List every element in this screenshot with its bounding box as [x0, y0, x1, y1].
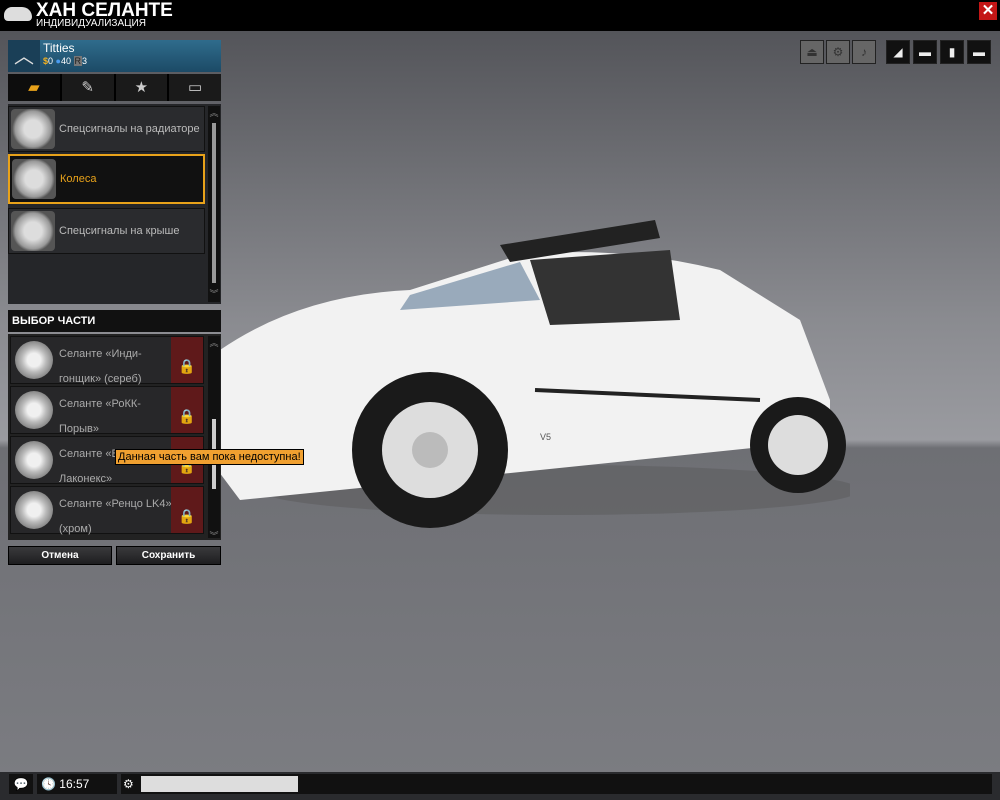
clock-time: 16:57 — [59, 777, 90, 791]
close-button[interactable]: ✕ — [979, 2, 997, 20]
tab-door[interactable]: ▰ — [8, 74, 60, 101]
lock-icon: 🔒 — [171, 337, 203, 383]
view-angle-button[interactable]: ◢ — [886, 40, 910, 64]
brush-icon: ✎ — [81, 79, 94, 96]
category-label: Спецсигналы на крыше — [59, 225, 180, 237]
parts-list: Селанте «Инди-гонщик» (сереб) 🔒 Селанте «… — [8, 334, 221, 541]
page-subtitle: ИНДИВИДУАЛИЗАЦИЯ — [36, 18, 146, 29]
wheel-thumbnail — [15, 391, 53, 429]
wheel-thumbnail — [15, 491, 53, 529]
category-label: Колеса — [60, 173, 97, 185]
parts-header: ВЫБОР ЧАСТИ — [8, 310, 221, 332]
category-scrollbar[interactable]: ︽ ︾ — [208, 106, 220, 302]
category-item-selected[interactable]: Колеса — [8, 154, 205, 204]
car-front-icon: ▬ — [919, 45, 931, 59]
part-item[interactable]: Селанте «Ренцо LK4» (хром) 🔒 — [10, 486, 204, 535]
plate-icon: ▭ — [188, 79, 203, 96]
view-top-button[interactable]: ▮ — [940, 40, 964, 64]
category-item[interactable]: Спецсигналы на крыше — [8, 208, 205, 254]
lift-icon: ⏏ — [806, 45, 818, 59]
chat-icon: 💬 — [13, 777, 29, 791]
engine-view-button[interactable]: ⚙ — [826, 40, 850, 64]
view-side-button[interactable]: ▬ — [967, 40, 991, 64]
wheel-thumbnail — [15, 441, 53, 479]
horn-icon: ♪ — [861, 45, 867, 59]
gear-icon: ⚙ — [123, 777, 134, 791]
locked-tooltip: Данная часть вам пока недоступна! — [115, 449, 304, 465]
clock: 🕓 16:57 — [37, 774, 117, 794]
points-value: 40 — [60, 56, 71, 66]
clock-icon: 🕓 — [41, 777, 56, 791]
save-button[interactable]: Сохранить — [116, 546, 221, 565]
player-profile: ︿ Titties $0 ●40 R3 — [8, 40, 221, 72]
status-bar: 💬 🕓 16:57 ⚙ — [0, 772, 1000, 800]
tab-plate[interactable]: ▭ — [169, 74, 221, 101]
category-thumbnail — [11, 109, 55, 149]
part-item[interactable]: Селанте «Инди-гонщик» (сереб) 🔒 — [10, 336, 204, 385]
title-bar: ХАН СЕЛАНТЕ ИНДИВИДУАЛИЗАЦИЯ ✕ — [0, 0, 1000, 31]
tab-star[interactable]: ★ — [115, 74, 168, 101]
car-side-icon: ▬ — [973, 45, 985, 59]
chat-button[interactable]: 💬 — [9, 774, 33, 794]
money-value: 0 — [48, 56, 54, 66]
car-angle-icon: ◢ — [893, 45, 903, 59]
category-thumbnail — [11, 211, 55, 251]
category-label: Спецсигналы на радиаторе — [59, 123, 200, 135]
progress-bar: ⚙ — [121, 774, 992, 794]
car-icon — [4, 7, 32, 21]
view-front-button[interactable]: ▬ — [913, 40, 937, 64]
rank-icon: R — [73, 56, 83, 66]
cancel-button[interactable]: Отмена — [8, 546, 112, 565]
lock-icon: 🔒 — [171, 387, 203, 433]
parts-scrollbar[interactable]: ︽ ︾ — [208, 336, 220, 541]
lift-view-button[interactable]: ⏏ — [800, 40, 824, 64]
collapse-chevron-icon[interactable]: ︿ — [8, 40, 40, 72]
car-plate: V5 — [540, 432, 551, 442]
tab-paint[interactable]: ✎ — [61, 74, 114, 101]
horn-view-button[interactable]: ♪ — [852, 40, 876, 64]
lock-icon: 🔒 — [171, 487, 203, 533]
wheel-thumbnail — [15, 341, 53, 379]
door-icon: ▰ — [28, 79, 40, 96]
category-list: Спецсигналы на радиаторе Колеса Спецсигн… — [8, 104, 221, 304]
category-thumbnail — [12, 159, 56, 199]
car-preview[interactable]: V5 — [200, 200, 850, 550]
category-item[interactable]: Спецсигналы на радиаторе — [8, 106, 205, 152]
rank-value: 3 — [82, 56, 88, 66]
car-top-icon: ▮ — [948, 45, 956, 59]
category-tabs: ▰ ✎ ★ ▭ — [8, 74, 221, 101]
part-item[interactable]: Селанте «РоКК- Порыв» 🔒 — [10, 386, 204, 435]
engine-icon: ⚙ — [832, 45, 844, 59]
star-icon: ★ — [134, 79, 149, 96]
player-name: Titties — [43, 41, 75, 55]
